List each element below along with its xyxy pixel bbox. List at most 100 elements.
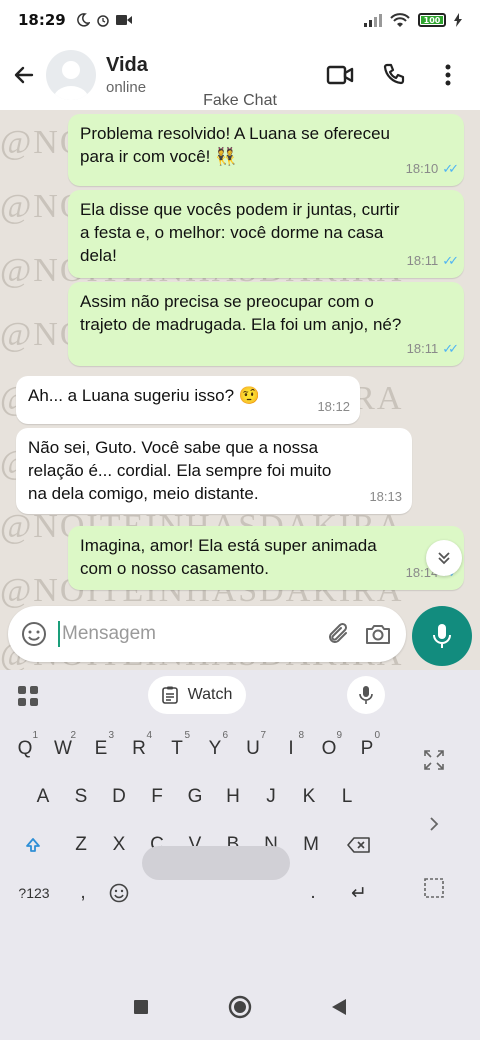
key-y[interactable]: Y6 [198,726,232,772]
backspace-key[interactable] [342,822,376,868]
keyboard-voice-button[interactable] [347,676,385,714]
system-navigation-bar [0,970,480,1040]
message-bubble[interactable]: Ela disse que vocês podem ir juntas, cur… [68,190,464,278]
key-e[interactable]: E3 [84,726,118,772]
key-j[interactable]: J [254,774,288,820]
alarm-icon [97,15,109,27]
charging-icon [454,13,462,27]
message-line: trajeto de madrugada. Ela foi um anjo, n… [80,315,402,334]
crop-select-button[interactable] [414,868,454,908]
key-d[interactable]: D [102,774,136,820]
key-u[interactable]: U7 [236,726,270,772]
expand-icon [424,750,444,770]
back-arrow-icon [14,66,34,84]
clipboard-icon [161,686,178,704]
emoji-icon [22,622,46,646]
read-ticks-icon: ✓✓ [442,161,459,176]
more-vert-icon [445,64,451,86]
emoji-icon [109,883,129,903]
message-bubble[interactable]: Problema resolvido! A Luana se ofereceu … [68,114,464,186]
contact-name: Vida [106,54,148,76]
enter-key[interactable]: ↵ [342,870,376,916]
back-nav-button[interactable] [324,992,354,1022]
signal-icon [364,14,382,27]
attach-icon [329,622,348,643]
key-z[interactable]: Z [64,822,98,868]
back-triangle-icon [332,999,346,1015]
message-line: Problema resolvido! A Luana se ofereceu [80,124,390,143]
home-button[interactable] [225,992,255,1022]
shift-key[interactable] [16,822,50,868]
key-p[interactable]: P0 [350,726,384,772]
message-line: para ir com você! 👯 [80,147,237,166]
message-line: Não sei, Guto. Você sabe que a nossa [28,438,319,457]
key-l[interactable]: L [330,774,364,820]
symbols-key[interactable]: ?123 [12,870,56,916]
message-input[interactable] [58,621,318,647]
message-bubble[interactable]: Ah... a Luana sugeriu isso? 🤨 18:12 [16,376,360,424]
on-screen-keyboard: Watch Q1 W2 E3 R4 T5 Y6 U7 I8 O9 P0 A S … [0,670,480,970]
expand-keyboard-button[interactable] [414,740,454,780]
scroll-to-bottom-button[interactable] [426,540,462,576]
suggestion-label: Watch [187,686,233,703]
emoji-key[interactable] [102,870,136,916]
chat-area[interactable]: @NOITEINHASDAKIRA @NOITEINHASDAKIRA @NOI… [0,110,480,670]
read-ticks-icon: ✓✓ [442,341,459,356]
message-line: com o nosso casamento. [80,559,269,578]
key-g[interactable]: G [178,774,212,820]
message-time: 18:12 [317,399,350,414]
contact-info[interactable]: Vida online [106,54,148,96]
message-bubble[interactable]: Assim não precisa se preocupar com o tra… [68,282,464,366]
key-t[interactable]: T5 [160,726,194,772]
attach-button[interactable] [318,614,358,654]
period-key[interactable]: . [296,870,330,916]
video-recording-icon [115,15,132,25]
emoji-button[interactable] [14,614,54,654]
key-a[interactable]: A [26,774,60,820]
key-s[interactable]: S [64,774,98,820]
mic-icon [359,686,373,704]
message-bubble[interactable]: Imagina, amor! Ela está super animada co… [68,526,464,590]
suggestion-chip[interactable]: Watch [148,676,246,714]
message-composer [8,606,406,662]
back-button[interactable] [4,55,44,95]
key-o[interactable]: O9 [312,726,346,772]
key-q[interactable]: Q1 [8,726,42,772]
read-ticks-icon: ✓✓ [442,253,459,268]
more-options-button[interactable] [428,55,468,95]
status-time: 18:29 [18,11,66,29]
key-m[interactable]: M [294,822,328,868]
key-x[interactable]: X [102,822,136,868]
message-time: 18:11 [406,341,439,356]
key-f[interactable]: F [140,774,174,820]
message-line: Assim não precisa se preocupar com o [80,292,374,311]
message-line: Imagina, amor! Ela está super animada [80,536,377,555]
keyboard-apps-button[interactable] [18,686,38,711]
key-k[interactable]: K [292,774,326,820]
message-line: Ah... a Luana sugeriu isso? 🤨 [28,386,260,405]
space-key[interactable] [142,846,290,880]
message-line: relação é... cordial. Ela sempre foi mui… [28,461,332,480]
message-line: dela! [80,246,117,265]
voice-message-button[interactable] [412,606,472,666]
key-i[interactable]: I8 [274,726,308,772]
battery-indicator: 100 [418,13,446,27]
key-r[interactable]: R4 [122,726,156,772]
camera-icon [366,625,390,644]
comma-key[interactable]: , [66,870,100,916]
key-w[interactable]: W2 [46,726,80,772]
mic-icon [433,624,451,648]
message-time: 18:11 [406,253,439,268]
video-call-icon [326,65,354,85]
fake-chat-label: Fake Chat [203,92,277,109]
phone-icon [383,63,405,85]
moon-icon [76,13,90,27]
recents-button[interactable] [126,992,156,1022]
key-h[interactable]: H [216,774,250,820]
keyboard-more-button[interactable] [414,804,454,844]
camera-button[interactable] [358,614,398,654]
message-line: na dela comigo, meio distante. [28,484,259,503]
message-bubble[interactable]: Não sei, Guto. Você sabe que a nossa rel… [16,428,412,514]
video-call-button[interactable] [320,55,360,95]
voice-call-button[interactable] [374,55,414,95]
